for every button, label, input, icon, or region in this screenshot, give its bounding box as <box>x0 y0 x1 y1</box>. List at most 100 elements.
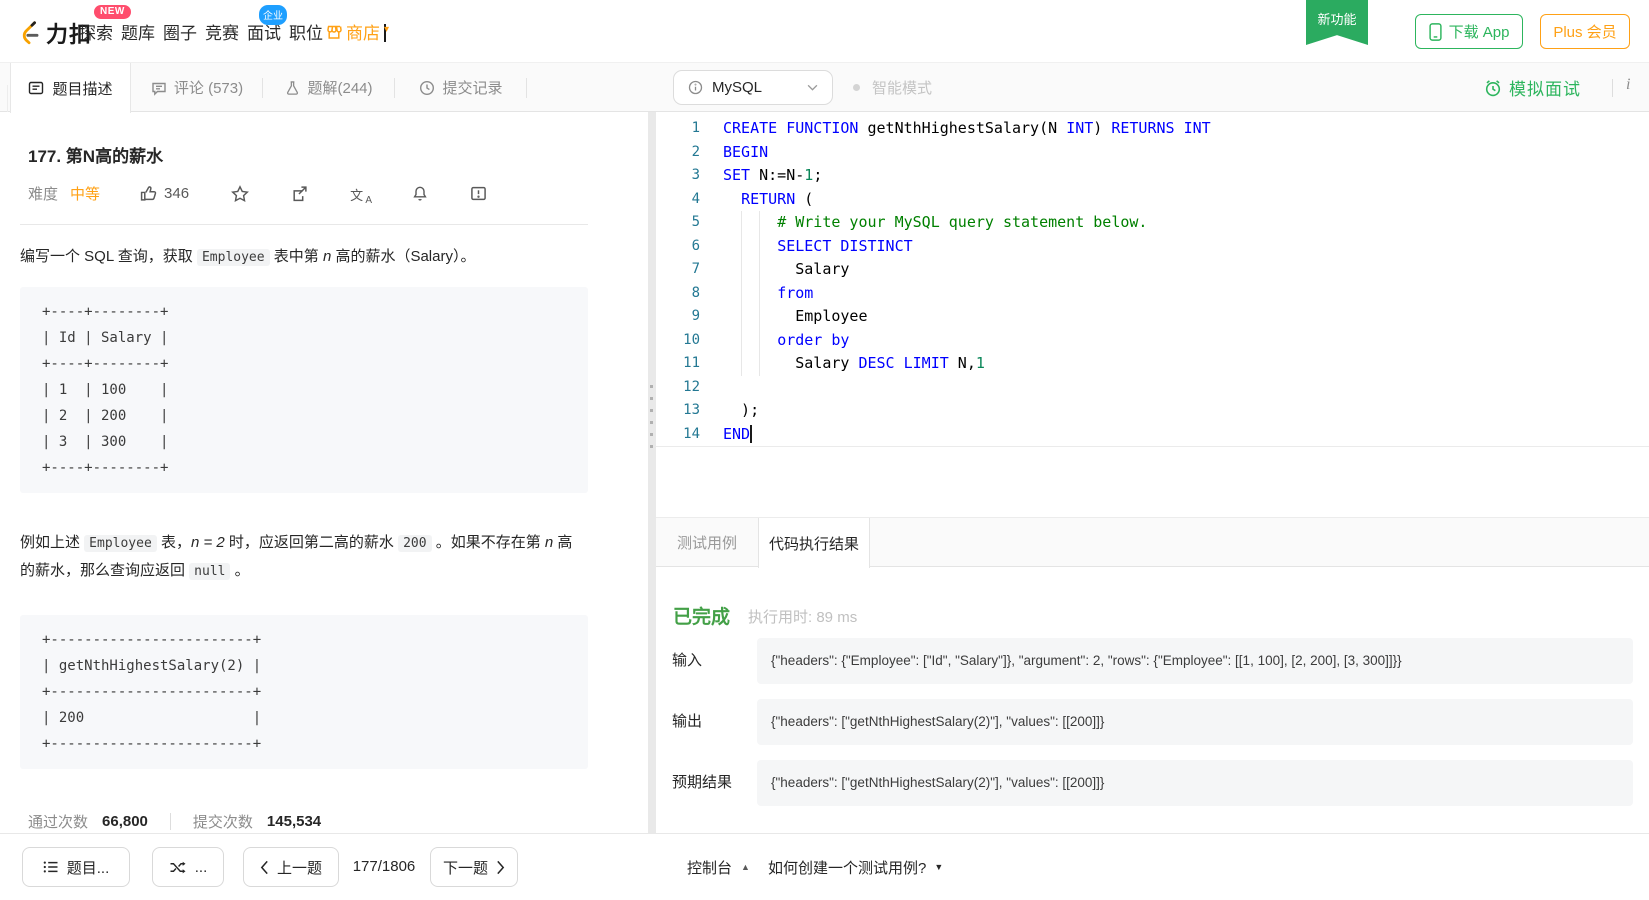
share-icon[interactable] <box>291 185 308 203</box>
line-number: 6 <box>691 237 700 254</box>
new-feature-ribbon[interactable]: 新功能 <box>1306 0 1368 45</box>
console-toggle[interactable]: 控制台 ▲ <box>687 834 750 900</box>
code-text: Salary DESC LIMIT N,1 <box>723 354 985 372</box>
smart-mode-label: 智能模式 <box>872 80 933 97</box>
leetcode-logo-icon[interactable] <box>16 18 43 45</box>
result-row-value: {"headers": ["getNthHighestSalary(2)"], … <box>757 699 1633 745</box>
code-line[interactable]: 8 from <box>656 282 1649 306</box>
result-row-label: 预期结果 <box>672 774 733 791</box>
tab-testcase[interactable]: 测试用例 <box>656 518 758 567</box>
inline-code: Employee <box>84 535 157 552</box>
info-italic[interactable]: i <box>1626 76 1630 94</box>
code-text: from <box>777 283 814 302</box>
nav-item-problems[interactable]: 题库 <box>121 19 155 44</box>
language-select[interactable]: MySQL <box>673 70 833 105</box>
code-line[interactable]: 1 CREATE FUNCTION getNthHighestSalary(N I… <box>656 117 1649 141</box>
howto-testcase-link[interactable]: 如何创建一个测试用例? ▼ <box>768 834 943 900</box>
nav-item-store[interactable]: 商店 ▾ <box>326 0 389 63</box>
like-button[interactable]: 346 <box>140 185 189 202</box>
new-badge: NEW <box>94 5 131 19</box>
tab-comments-label: 评论 (573) <box>173 80 244 97</box>
code-line[interactable]: 7 Salary <box>656 258 1649 282</box>
line-number: 14 <box>683 425 700 442</box>
code-line[interactable]: 14 END <box>656 423 1649 447</box>
code-editor[interactable]: 1 CREATE FUNCTION getNthHighestSalary(N I… <box>656 112 1649 447</box>
chevron-down-icon <box>807 84 818 91</box>
inline-code: Employee <box>196 249 270 266</box>
tab-run-result[interactable]: 代码执行结果 <box>758 518 870 568</box>
enterprise-badge: 企业 <box>259 5 287 25</box>
tab-description[interactable]: 题目描述 <box>10 63 131 113</box>
main-area: 177. 第N高的薪水 难度 中等 346 文 A 编写一个 SQL 查询，获取… <box>0 112 1649 833</box>
console-label: 控制台 <box>687 859 733 877</box>
line-number: 9 <box>691 308 700 324</box>
chevron-left-icon <box>260 860 269 875</box>
download-app-button[interactable]: 下载 App <box>1415 14 1523 49</box>
code-line[interactable]: 5 # Write your MySQL query statement bel… <box>656 211 1649 235</box>
prev-problem-button[interactable]: 上一题 <box>243 847 339 887</box>
result-row-value: {"headers": ["getNthHighestSalary(2)"], … <box>757 760 1633 806</box>
smart-mode[interactable]: 智能模式 <box>853 63 932 112</box>
line-number: 13 <box>683 402 700 418</box>
problem-paragraph-2: 例如上述 Employee 表，n = 2 时，应返回第二高的薪水 200 。如… <box>20 534 573 580</box>
like-count: 346 <box>164 185 190 202</box>
language-select-value: MySQL <box>712 79 763 96</box>
document-icon <box>28 80 44 96</box>
runtime-label: 执行用时: <box>748 609 813 626</box>
code-line[interactable]: 11 Salary DESC LIMIT N,1 <box>656 352 1649 376</box>
indent-guide <box>759 211 760 376</box>
code-line[interactable]: 2 BEGIN <box>656 141 1649 165</box>
next-problem-button[interactable]: 下一题 <box>430 847 518 887</box>
code-line[interactable]: 3 SET N:=N-1; <box>656 164 1649 188</box>
bottom-toolbar: 题目... ... 上一题 177/1806 下一题 控制台 ▲ 如何创建一个测… <box>0 833 1649 899</box>
tab-solutions[interactable]: 题解(244) <box>263 63 395 112</box>
nav-item-contest[interactable]: 竞赛 <box>205 19 239 44</box>
feedback-icon[interactable] <box>470 185 487 203</box>
mock-interview-button[interactable]: 模拟面试 <box>1484 63 1581 112</box>
editor-and-results-panel: 1 CREATE FUNCTION getNthHighestSalary(N I… <box>656 112 1649 833</box>
result-row: 输出 {"headers": ["getNthHighestSalary(2)"]… <box>672 699 1633 745</box>
code-line[interactable]: 9 Employee <box>656 305 1649 329</box>
plus-member-button[interactable]: Plus 会员 <box>1540 14 1630 49</box>
problem-meta-row: 难度 中等 346 文A <box>28 183 648 206</box>
line-number: 2 <box>691 143 700 160</box>
code-line[interactable]: 10 order by <box>656 329 1649 353</box>
code-line[interactable]: 4 RETURN ( <box>656 188 1649 212</box>
code-line[interactable]: 6 SELECT DISTINCT <box>656 235 1649 259</box>
code-line[interactable]: 13 ); <box>656 399 1649 423</box>
bell-icon[interactable] <box>412 185 428 203</box>
problem-stats: 通过次数 66,800 提交次数 145,534 <box>28 811 648 832</box>
top-navbar: 力扣 探索 题库 圈子 竞赛 面试 职位 NEW 企业 商店 ▾ 新功能 下载 … <box>0 0 1649 63</box>
line-number: 7 <box>691 261 700 277</box>
chevron-right-icon <box>496 860 505 875</box>
meta-divider <box>20 224 588 225</box>
shuffle-icon <box>169 860 187 875</box>
tab-comments[interactable]: 评论 (573) <box>131 63 263 112</box>
inline-code: 200 <box>398 535 432 552</box>
list-icon <box>43 859 59 875</box>
tab-submissions-label: 提交记录 <box>442 80 503 97</box>
nav-item-circle[interactable]: 圈子 <box>163 19 197 44</box>
results-tabbar: 测试用例 代码执行结果 <box>656 517 1649 568</box>
favorite-star-icon[interactable] <box>231 184 249 203</box>
submitted-label: 提交次数 <box>192 814 253 831</box>
drag-dots-icon <box>650 385 653 448</box>
line-number: 1 <box>691 120 700 136</box>
shuffle-button[interactable]: ... <box>152 847 224 887</box>
nav-item-jobs[interactable]: 职位 <box>289 19 323 44</box>
tab-submissions[interactable]: 提交记录 <box>395 63 527 112</box>
caret-down-icon: ▼ <box>934 862 944 872</box>
howto-label: 如何创建一个测试用例? <box>768 859 927 877</box>
result-row-label: 输入 <box>672 652 703 669</box>
panel-resize-handle[interactable] <box>648 112 656 833</box>
result-row-value: {"headers": {"Employee": ["Id", "Salary"… <box>757 638 1633 684</box>
code-text: SET N:=N-1; <box>723 166 823 184</box>
mock-interview-label: 模拟面试 <box>1509 80 1581 99</box>
code-line[interactable]: 12 <box>656 376 1649 400</box>
problem-list-button[interactable]: 题目... <box>22 847 130 887</box>
nav-item-explore[interactable]: 探索 <box>79 19 113 44</box>
prev-problem-label: 上一题 <box>276 859 322 877</box>
problem-paragraph-1: 编写一个 SQL 查询，获取 Employee 表中第 n 高的薪水（Salar… <box>20 248 476 266</box>
code-text: CREATE FUNCTION getNthHighestSalary(N IN… <box>723 119 1211 137</box>
translate-icon[interactable]: 文A <box>350 185 372 206</box>
